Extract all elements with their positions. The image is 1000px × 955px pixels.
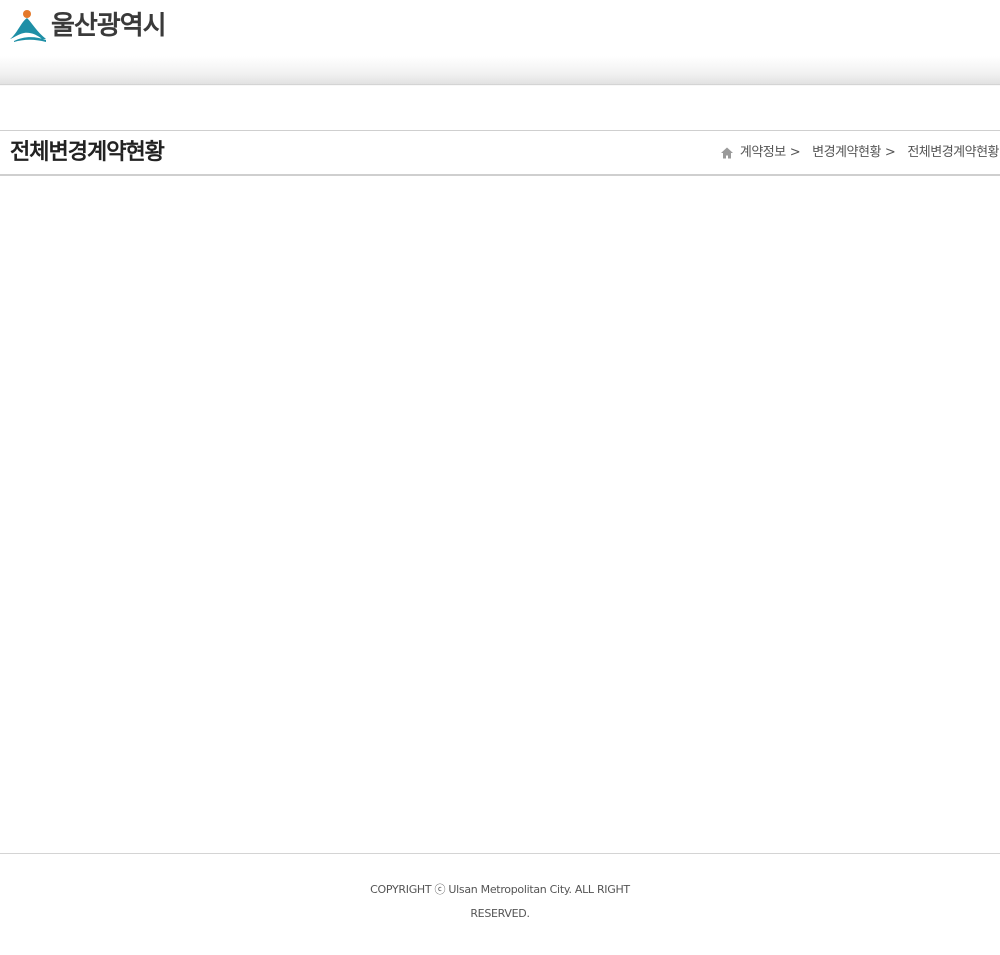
copyright-text: COPYRIGHT ⓒ Ulsan Metropolitan City. ALL… xyxy=(370,883,630,920)
breadcrumb-change-contract-status[interactable]: 변경계약현황 xyxy=(812,142,881,164)
header-divider xyxy=(0,84,1000,85)
breadcrumb-all-change-contract-status[interactable]: 전체변경계약현황 xyxy=(907,142,999,164)
page-title-bar: 전체변경계약현황 계약정보 > 변경계약현황 > 전체변경계약현황 xyxy=(0,130,1000,176)
home-icon[interactable] xyxy=(720,146,734,160)
site-header: 울산광역시 xyxy=(0,0,1000,86)
breadcrumb-separator: > xyxy=(884,145,896,160)
page-title: 전체변경계약현황 xyxy=(10,140,165,165)
breadcrumb: 계약정보 > 변경계약현황 > 전체변경계약현황 xyxy=(720,142,999,164)
breadcrumb-contract-info[interactable]: 계약정보 xyxy=(740,142,786,164)
main-content-area xyxy=(0,178,1000,852)
site-footer: COPYRIGHT ⓒ Ulsan Metropolitan City. ALL… xyxy=(0,853,1000,955)
ulsan-mountain-logo-icon xyxy=(10,10,46,42)
site-logo[interactable]: 울산광역시 xyxy=(8,8,167,44)
breadcrumb-separator: > xyxy=(789,145,801,160)
logo-text: 울산광역시 xyxy=(51,11,167,41)
